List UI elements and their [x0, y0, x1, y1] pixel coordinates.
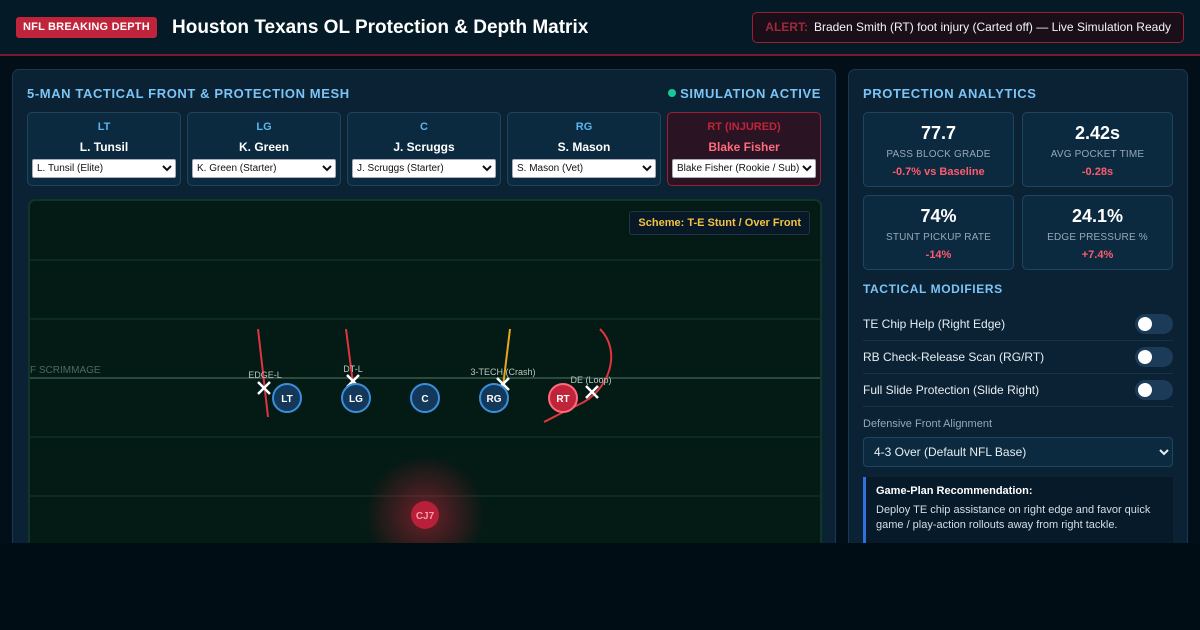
protection-analytics-panel: PROTECTION ANALYTICS 77.7 PASS BLOCK GRA…	[848, 69, 1188, 569]
modifier-label: Full Slide Protection (Slide Right)	[863, 383, 1040, 397]
te-chip-toggle[interactable]	[1135, 314, 1173, 334]
stat-value: 2.42s	[1074, 123, 1121, 143]
ol-marker-label: RG	[487, 394, 502, 405]
modifier-label: TE Chip Help (Right Edge)	[863, 317, 1006, 331]
stat-label: AVG POCKET TIME	[1050, 149, 1145, 160]
toggle-knob	[1138, 350, 1152, 364]
lineman-select-rg[interactable]: S. Mason (Vet)	[512, 159, 656, 178]
modifier-label: RB Check-Release Scan (RG/RT)	[863, 350, 1045, 364]
protection-mesh-panel: 5-MAN TACTICAL FRONT & PROTECTION MESH S…	[12, 69, 836, 569]
lineman-name: J. Scruggs	[393, 140, 455, 154]
rb-scan-toggle[interactable]	[1135, 347, 1173, 367]
defender-label: DT-L	[343, 364, 363, 374]
stat-value: 74%	[920, 206, 957, 226]
stat-card-edge-pressure: 24.1% EDGE PRESSURE % +7.4%	[1022, 195, 1173, 270]
lineman-select-rt[interactable]: Blake Fisher (Rookie / Sub)	[672, 159, 816, 178]
modifier-row-te-chip: TE Chip Help (Right Edge)	[863, 308, 1173, 341]
lineman-card-lt: LT L. Tunsil L. Tunsil (Elite)	[27, 112, 181, 186]
stat-card-pocket-time: 2.42s AVG POCKET TIME -0.28s	[1022, 112, 1173, 187]
stat-value: 24.1%	[1071, 206, 1124, 226]
lineman-card-c: C J. Scruggs J. Scruggs (Starter)	[347, 112, 501, 186]
qb-marker-label: CJ7	[416, 511, 435, 522]
analytics-heading: PROTECTION ANALYTICS	[863, 86, 1037, 101]
mesh-heading: 5-MAN TACTICAL FRONT & PROTECTION MESH	[27, 86, 350, 101]
alignment-label: Defensive Front Alignment	[863, 418, 993, 430]
stat-label: EDGE PRESSURE %	[1047, 232, 1148, 243]
page-title: Houston Texans OL Protection & Depth Mat…	[172, 17, 589, 38]
stat-delta: +7.4%	[1081, 249, 1114, 261]
lineman-position: LT	[97, 121, 111, 133]
lineman-card-rt: RT (INJURED) Blake Fisher Blake Fisher (…	[667, 112, 821, 186]
stat-delta: -0.28s	[1081, 166, 1114, 178]
lineman-position: C	[420, 121, 428, 133]
lineman-name: K. Green	[238, 140, 289, 154]
stat-label: STUNT PICKUP RATE	[885, 232, 992, 243]
breaking-badge: NFL BREAKING DEPTH	[16, 17, 157, 38]
lineman-name: Blake Fisher	[708, 140, 780, 154]
modifiers-heading: TACTICAL MODIFIERS	[863, 282, 1003, 296]
modifier-row-rb-scan: RB Check-Release Scan (RG/RT)	[863, 341, 1173, 374]
recommendation-title: Game-Plan Recommendation:	[876, 485, 1033, 497]
lineman-select-c[interactable]: J. Scruggs (Starter)	[352, 159, 496, 178]
ol-marker-label: C	[421, 394, 428, 405]
status-dot-icon	[668, 89, 677, 97]
los-label: F SCRIMMAGE	[30, 365, 101, 376]
lineman-select-lg[interactable]: K. Green (Starter)	[192, 159, 336, 178]
lineman-name: S. Mason	[557, 140, 611, 154]
stat-card-stunt-pickup: 74% STUNT PICKUP RATE -14%	[863, 195, 1014, 270]
viewport-cutoff	[0, 543, 1200, 630]
protection-field: F SCRIMMAGE EDGE-L DT-L 3-TECH (Crash) D…	[28, 199, 822, 559]
recommendation-text: Deploy TE chip assistance on right edge …	[876, 504, 1151, 531]
defender-label: EDGE-L	[248, 370, 282, 380]
ol-marker-label: RT	[556, 394, 569, 405]
stat-delta: -0.7% vs Baseline	[892, 166, 985, 178]
simulation-status-label: SIMULATION ACTIVE	[680, 86, 821, 101]
stat-delta: -14%	[925, 249, 952, 261]
simulation-status: SIMULATION ACTIVE	[668, 86, 821, 101]
modifier-row-full-slide: Full Slide Protection (Slide Right)	[863, 374, 1173, 407]
scheme-tag: Scheme: T-E Stunt / Over Front	[629, 211, 810, 235]
top-bar: NFL BREAKING DEPTH Houston Texans OL Pro…	[0, 0, 1200, 56]
lineman-position: LG	[256, 121, 272, 133]
lineman-position: RG	[575, 121, 593, 133]
injury-alert[interactable]: ALERT: Braden Smith (RT) foot injury (Car…	[752, 12, 1184, 43]
lineman-select-lt[interactable]: L. Tunsil (Elite)	[32, 159, 176, 178]
field-diagram: F SCRIMMAGE EDGE-L DT-L 3-TECH (Crash) D…	[30, 259, 820, 557]
lineman-card-rg: RG S. Mason S. Mason (Vet)	[507, 112, 661, 186]
defender-label: 3-TECH (Crash)	[470, 367, 535, 377]
full-slide-toggle[interactable]	[1135, 380, 1173, 400]
lineman-position: RT (INJURED)	[707, 121, 781, 133]
toggle-knob	[1138, 383, 1152, 397]
lineman-name: L. Tunsil	[79, 140, 129, 154]
toggle-knob	[1138, 317, 1152, 331]
lineman-card-lg: LG K. Green K. Green (Starter)	[187, 112, 341, 186]
defender-label: DE (Loop)	[570, 375, 611, 385]
ol-marker-label: LG	[349, 394, 363, 405]
ol-marker-label: LT	[281, 394, 292, 405]
front-alignment-select[interactable]: 4-3 Over (Default NFL Base)	[863, 437, 1173, 467]
stat-label: PASS BLOCK GRADE	[886, 149, 991, 160]
alert-key: ALERT:	[765, 20, 808, 34]
stat-card-pass-block: 77.7 PASS BLOCK GRADE -0.7% vs Baseline	[863, 112, 1014, 187]
alert-text: Braden Smith (RT) foot injury (Carted of…	[813, 20, 1171, 34]
stat-value: 77.7	[920, 123, 957, 143]
